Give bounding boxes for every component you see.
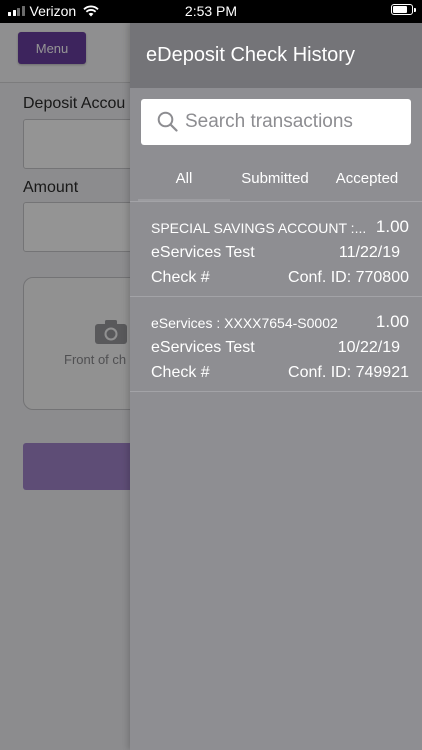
drawer-title: eDeposit Check History — [146, 44, 355, 66]
search-box[interactable] — [141, 99, 411, 145]
filter-tabs: All Submitted Accepted — [130, 155, 422, 201]
transaction-conf-id: Conf. ID: 770800 — [288, 269, 409, 286]
transaction-amount: 1.00 — [375, 312, 409, 331]
transaction-amount: 1.00 — [375, 217, 409, 236]
battery-icon — [391, 4, 416, 15]
battery-fill — [393, 6, 407, 13]
status-time: 2:53 PM — [184, 3, 238, 19]
transaction-row[interactable]: eServices : XXXX7654-S0002 1.00 eService… — [130, 297, 422, 392]
transaction-account: eServices : XXXX7654-S0002 — [151, 315, 338, 331]
tab-all[interactable]: All — [138, 155, 230, 201]
transaction-date: 10/22/19 — [337, 339, 400, 356]
status-bar: Verizon 2:53 PM — [0, 0, 422, 23]
search-input[interactable] — [185, 99, 405, 145]
check-history-drawer: eDeposit Check History All Submitted Acc… — [130, 23, 422, 750]
transaction-date: 11/22/19 — [338, 244, 400, 261]
tab-submitted[interactable]: Submitted — [229, 155, 321, 201]
transaction-conf-id: Conf. ID: 749921 — [288, 364, 409, 381]
transaction-list: SPECIAL SAVINGS ACCOUNT :... 1.00 eServi… — [130, 201, 422, 392]
transaction-account: SPECIAL SAVINGS ACCOUNT :... — [151, 220, 367, 236]
transaction-check-number: Check # — [151, 364, 210, 381]
transaction-name: eServices Test — [151, 244, 255, 261]
search-icon — [157, 111, 178, 132]
transaction-row[interactable]: SPECIAL SAVINGS ACCOUNT :... 1.00 eServi… — [130, 202, 422, 297]
tab-accepted[interactable]: Accepted — [321, 155, 413, 201]
drawer-header: eDeposit Check History — [130, 23, 422, 88]
transaction-name: eServices Test — [151, 339, 255, 356]
transaction-check-number: Check # — [151, 269, 210, 286]
